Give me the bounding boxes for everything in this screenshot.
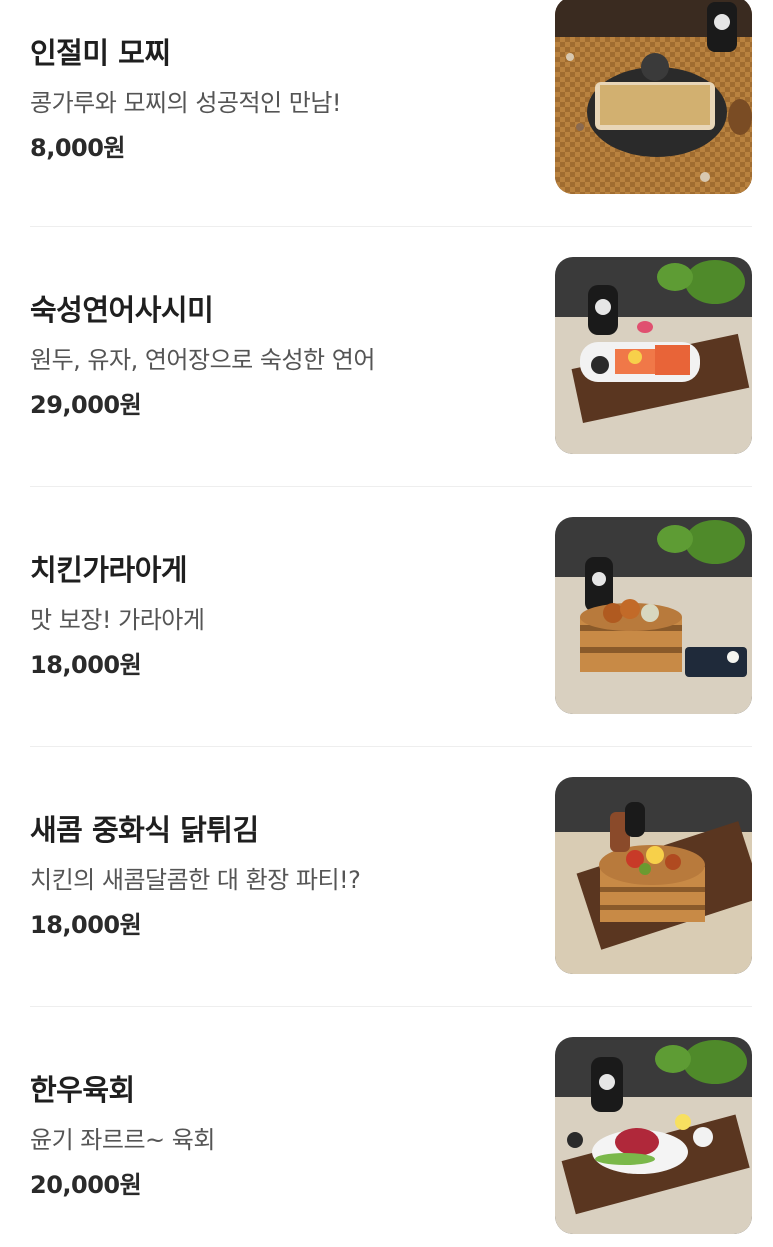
divider [30, 226, 752, 227]
menu-item-sweet-sour-chicken[interactable]: 새콤 중화식 닭튀김 치킨의 새콤달콤한 대 환장 파티!? 18,000원 [30, 777, 752, 975]
menu-item-price: 18,000원 [30, 651, 142, 679]
hanwoo-yukhoe-photo[interactable] [555, 1037, 752, 1234]
menu-item-name: 인절미 모찌 [30, 36, 171, 70]
menu-item-description: 콩가루와 모찌의 성공적인 만남! [30, 89, 342, 117]
menu-item-price: 29,000원 [30, 391, 142, 419]
salmon-sashimi-photo[interactable] [555, 257, 752, 454]
menu-item-name: 새콤 중화식 닭튀김 [30, 813, 259, 847]
injeolmi-mochi-photo[interactable] [555, 0, 752, 194]
divider [30, 486, 752, 487]
menu-item-name: 숙성연어사시미 [30, 293, 214, 327]
menu-item-description: 치킨의 새콤달콤한 대 환장 파티!? [30, 866, 361, 894]
menu-item-salmon-sashimi[interactable]: 숙성연어사시미 원두, 유자, 연어장으로 숙성한 연어 29,000원 [30, 257, 752, 455]
menu-item-description: 윤기 좌르르~ 육회 [30, 1126, 215, 1154]
menu-item-name: 한우육회 [30, 1073, 135, 1107]
divider [30, 746, 752, 747]
sweet-sour-chicken-photo[interactable] [555, 777, 752, 974]
divider [30, 1006, 752, 1007]
menu-item-injeolmi-mochi[interactable]: 인절미 모찌 콩가루와 모찌의 성공적인 만남! 8,000원 [30, 0, 752, 198]
menu-item-hanwoo-yukhoe[interactable]: 한우육회 윤기 좌르르~ 육회 20,000원 [30, 1037, 752, 1235]
menu-item-description: 원두, 유자, 연어장으로 숙성한 연어 [30, 346, 375, 374]
menu-item-price: 18,000원 [30, 911, 142, 939]
menu-item-description: 맛 보장! 가라아게 [30, 606, 205, 634]
chicken-karaage-photo[interactable] [555, 517, 752, 714]
menu-item-chicken-karaage[interactable]: 치킨가라아게 맛 보장! 가라아게 18,000원 [30, 517, 752, 715]
menu-item-name: 치킨가라아게 [30, 553, 188, 587]
menu-item-price: 8,000원 [30, 134, 126, 162]
menu-item-price: 20,000원 [30, 1171, 142, 1199]
